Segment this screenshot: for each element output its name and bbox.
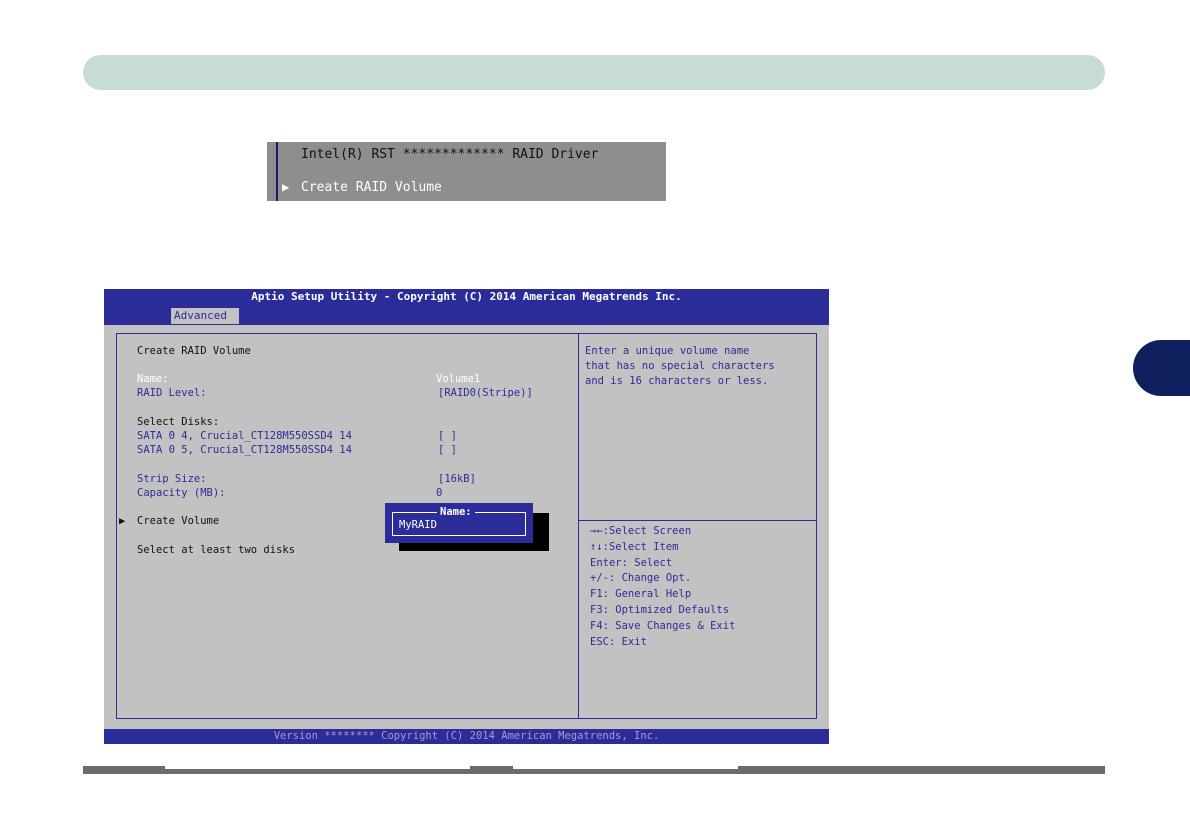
key-help-line: Enter: Select xyxy=(590,557,673,569)
disk-checkbox[interactable]: [ ] xyxy=(438,444,457,457)
volume-name-input[interactable]: MyRAID xyxy=(399,519,437,531)
key-help-line: ↑↓:Select Item xyxy=(590,541,679,553)
popup-label: Name: xyxy=(437,506,475,518)
capacity-label: Capacity (MB): xyxy=(137,487,226,499)
capacity-value: 0 xyxy=(436,487,443,499)
create-arrow-icon: ▶ xyxy=(119,515,126,527)
key-help-line: F4: Save Changes & Exit xyxy=(590,620,736,632)
bios-title: Aptio Setup Utility - Copyright (C) 2014… xyxy=(251,290,682,303)
create-raid-volume-menu-item[interactable]: Create RAID Volume xyxy=(301,180,442,195)
bios-status-bar: Version ******** Copyright (C) 2014 Amer… xyxy=(104,729,829,744)
raid-level-value[interactable]: [RAID0(Stripe)] xyxy=(438,387,533,400)
tab-advanced[interactable]: Advanced xyxy=(171,308,239,324)
panel-divider xyxy=(578,333,579,719)
help-text-line: and is 16 characters or less. xyxy=(585,375,769,387)
version-text: Version ******** Copyright (C) 2014 Amer… xyxy=(273,730,660,742)
page-header-bar xyxy=(83,55,1105,90)
key-help-line: F3: Optimized Defaults xyxy=(590,604,730,616)
help-divider xyxy=(579,520,817,521)
chapter-tab xyxy=(1133,340,1190,396)
strip-size-value[interactable]: [16kB] xyxy=(438,473,476,486)
menu-arrow-icon: ▶ xyxy=(282,180,290,194)
page-footer-rule xyxy=(83,766,1105,774)
key-help-line: F1: General Help xyxy=(590,588,692,600)
bios-screen: Aptio Setup Utility - Copyright (C) 2014… xyxy=(104,289,829,744)
key-help-line: →←:Select Screen xyxy=(590,525,692,537)
name-label[interactable]: Name: xyxy=(137,373,169,386)
hint-text: Select at least two disks xyxy=(137,544,296,556)
raid-driver-title: Intel(R) RST ************* RAID Driver xyxy=(301,147,599,162)
page-heading: Create RAID Volume xyxy=(137,345,251,357)
help-text-line: Enter a unique volume name xyxy=(585,345,750,357)
footer-rule-highlight xyxy=(165,766,470,769)
disk-item-label[interactable]: SATA 0 4, Crucial_CT128M550SSD4 14 xyxy=(137,430,352,443)
key-help-line: +/-: Change Opt. xyxy=(590,572,692,584)
snapshot-divider xyxy=(276,142,278,201)
name-input-popup: Name: MyRAID xyxy=(385,503,533,543)
strip-size-label[interactable]: Strip Size: xyxy=(137,473,207,486)
create-volume-button[interactable]: Create Volume xyxy=(137,515,219,528)
raid-driver-snapshot: Intel(R) RST ************* RAID Driver ▶… xyxy=(267,142,666,201)
help-text-line: that has no special characters xyxy=(585,360,775,372)
disk-checkbox[interactable]: [ ] xyxy=(438,430,457,443)
key-help-line: ESC: Exit xyxy=(590,636,647,648)
name-value[interactable]: Volume1 xyxy=(436,373,480,386)
footer-rule-highlight xyxy=(513,766,738,769)
select-disks-label: Select Disks: xyxy=(137,416,220,428)
disk-item-label[interactable]: SATA 0 5, Crucial_CT128M550SSD4 14 xyxy=(137,444,352,457)
raid-level-label[interactable]: RAID Level: xyxy=(137,387,207,400)
bios-title-bar: Aptio Setup Utility - Copyright (C) 2014… xyxy=(104,289,829,325)
